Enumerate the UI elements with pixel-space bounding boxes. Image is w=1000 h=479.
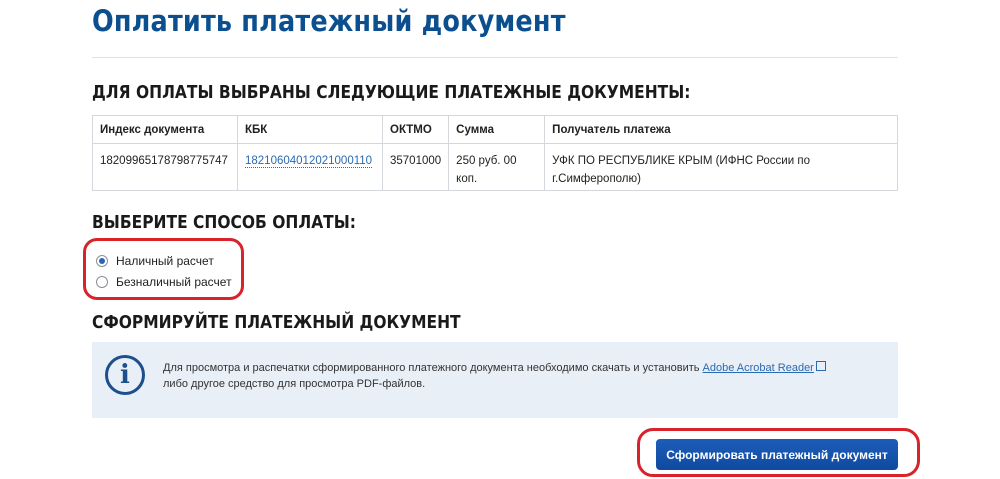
kbk-link[interactable]: 18210604012021000110 bbox=[245, 155, 373, 168]
payment-method-heading: ВЫБЕРИТЕ СПОСОБ ОПЛАТЫ: bbox=[92, 212, 356, 233]
cell-oktmo: 35701000 bbox=[381, 143, 450, 191]
cell-index: 18209965178798775747 bbox=[92, 143, 238, 191]
cell-sum: 250 руб. 00 коп. bbox=[448, 143, 546, 191]
title-divider bbox=[92, 57, 898, 58]
column-header-recipient: Получатель платежа bbox=[544, 115, 898, 144]
info-text-part1: Для просмотра и распечатки сформированно… bbox=[163, 362, 703, 374]
info-text-part2: либо другое средство для просмотра PDF-ф… bbox=[163, 378, 426, 390]
table-row: 18209965178798775747 1821060401202100011… bbox=[92, 143, 898, 191]
column-header-oktmo: ОКТМО bbox=[381, 115, 450, 144]
info-notice-text: Для просмотра и распечатки сформированно… bbox=[163, 360, 883, 392]
cell-recipient: УФК ПО РЕСПУБЛИКЕ КРЫМ (ИФНС России по г… bbox=[544, 143, 898, 191]
page-title: Оплатить платежный документ bbox=[92, 4, 566, 38]
payment-documents-table: Индекс документа КБК ОКТМО Сумма Получат… bbox=[92, 115, 898, 191]
docs-section-heading: ДЛЯ ОПЛАТЫ ВЫБРАНЫ СЛЕДУЮЩИЕ ПЛАТЕЖНЫЕ Д… bbox=[92, 82, 691, 103]
column-header-sum: Сумма bbox=[448, 115, 546, 144]
info-icon: i bbox=[105, 355, 145, 395]
info-notice-box: i Для просмотра и распечатки сформирован… bbox=[92, 342, 898, 418]
annotation-highlight-button bbox=[637, 428, 920, 477]
column-header-index: Индекс документа bbox=[92, 115, 238, 144]
column-header-kbk: КБК bbox=[237, 115, 383, 144]
cell-kbk: 18210604012021000110 bbox=[237, 143, 383, 191]
table-header-row: Индекс документа КБК ОКТМО Сумма Получат… bbox=[92, 115, 898, 144]
form-section-heading: СФОРМИРУЙТЕ ПЛАТЕЖНЫЙ ДОКУМЕНТ bbox=[92, 312, 461, 333]
acrobat-reader-link[interactable]: Adobe Acrobat Reader bbox=[703, 362, 814, 374]
annotation-highlight-radio bbox=[83, 238, 244, 300]
external-link-icon bbox=[815, 361, 826, 371]
